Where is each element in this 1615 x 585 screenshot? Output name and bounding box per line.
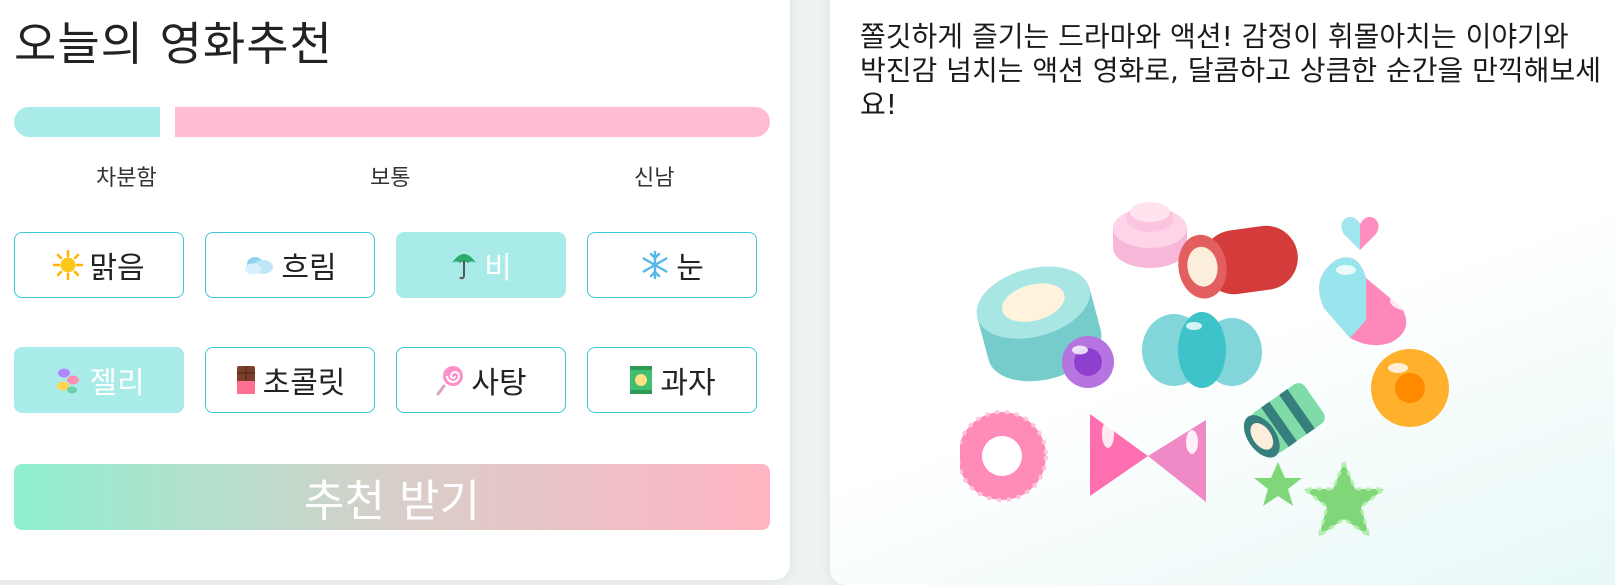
mood-label-calm: 차분함: [96, 166, 157, 191]
snack-jelly-button[interactable]: 젤리: [14, 347, 184, 413]
mood-slider-fill[interactable]: [14, 107, 160, 137]
candy-illustration: [960, 202, 1449, 540]
snack-chocolate-label: 초콜릿: [262, 366, 346, 401]
snack-bag-icon: [628, 364, 654, 396]
weather-cloudy-label: 흐림: [281, 251, 337, 286]
sun-icon: [53, 250, 84, 280]
lollipop-icon: [435, 364, 465, 396]
mood-label-excited: 신남: [634, 166, 675, 191]
umbrella-icon: [450, 249, 478, 281]
weather-snow-label: 눈: [676, 251, 704, 286]
mood-slider[interactable]: [14, 107, 770, 137]
recommendation-description: 쫄깃하게 즐기는 드라마와 액션! 감정이 휘몰아치는 이야기와 박진감 넘치는…: [860, 20, 1601, 121]
page-title: 오늘의 영화추천: [14, 17, 333, 71]
cloud-icon: [243, 252, 275, 278]
chocolate-icon: [235, 364, 257, 396]
weather-snow-button[interactable]: 눈: [587, 232, 757, 298]
mood-slider-track[interactable]: [175, 107, 770, 137]
weather-rain-button[interactable]: 비: [396, 232, 566, 298]
snack-candy-label: 사탕: [471, 366, 527, 401]
jellybean-icon: [53, 365, 83, 395]
snack-candy-button[interactable]: 사탕: [396, 347, 566, 413]
snack-chocolate-button[interactable]: 초콜릿: [205, 347, 375, 413]
snack-chips-button[interactable]: 과자: [587, 347, 757, 413]
snack-chips-label: 과자: [660, 366, 716, 401]
mood-label-normal: 보통: [370, 166, 411, 191]
get-recommendation-button[interactable]: 추천 받기: [14, 464, 770, 530]
weather-cloudy-button[interactable]: 흐림: [205, 232, 375, 298]
weather-sunny-button[interactable]: 맑음: [14, 232, 184, 298]
weather-sunny-label: 맑음: [89, 251, 145, 286]
snowflake-icon: [640, 250, 670, 280]
weather-rain-label: 비: [484, 251, 512, 286]
snack-jelly-label: 젤리: [89, 366, 145, 401]
